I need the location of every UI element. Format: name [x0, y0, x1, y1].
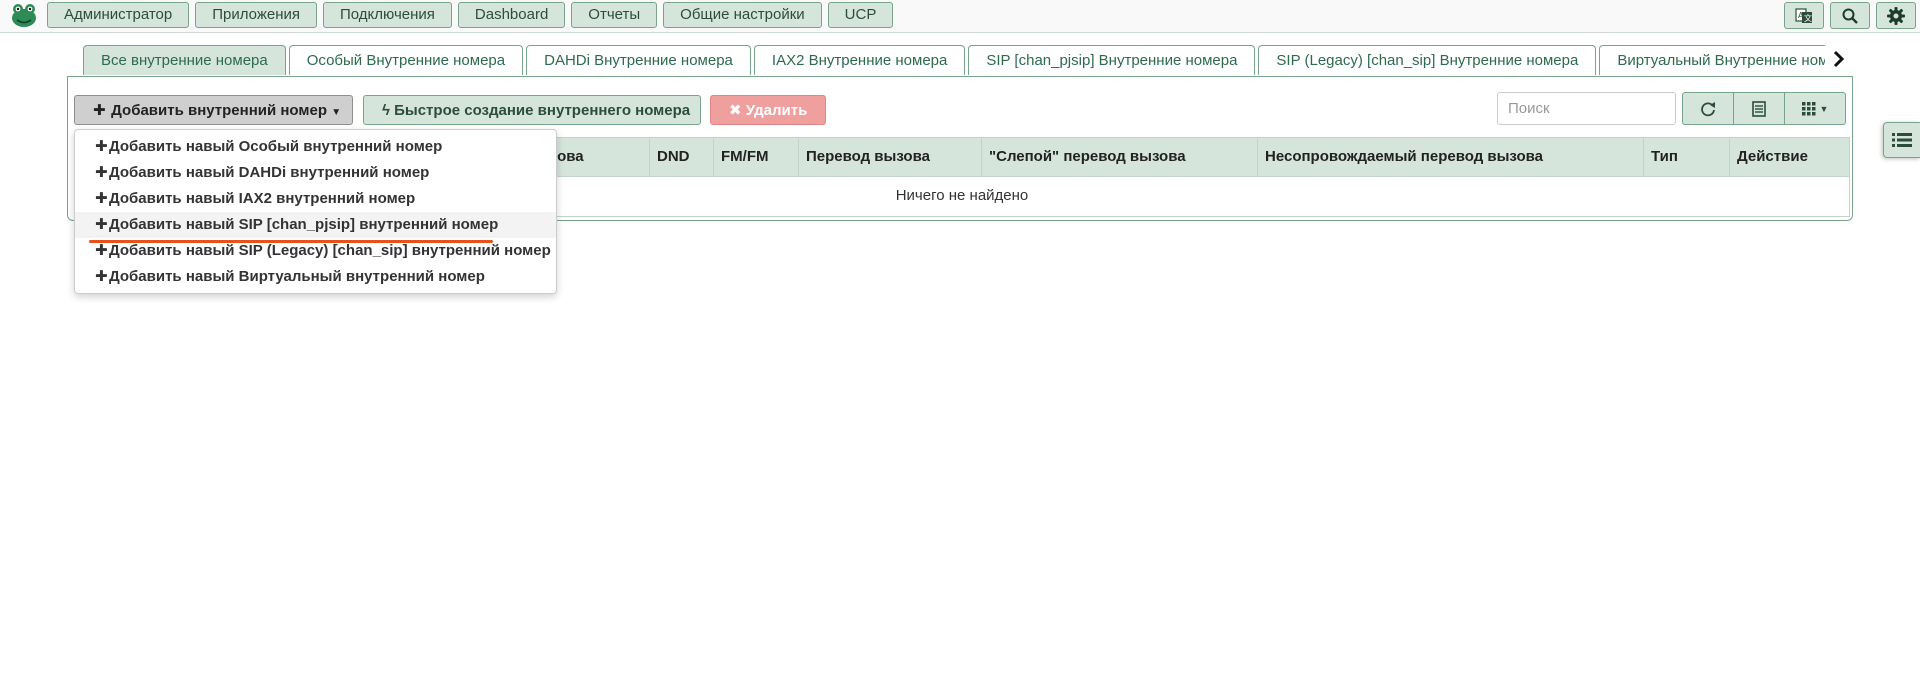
menu-connectivity[interactable]: Подключения [323, 2, 452, 28]
close-icon: ✖ [729, 102, 742, 119]
tab-sip-legacy-extensions[interactable]: SIP (Legacy) [chan_sip] Внутренние номер… [1258, 45, 1597, 75]
plus-icon: ✚ [95, 190, 108, 207]
plus-icon: ✚ [95, 216, 108, 233]
extension-tabs: Все внутренние номера Особый Внутренние … [83, 45, 1825, 76]
tab-virtual-extensions[interactable]: Виртуальный Внутренние номера [1599, 45, 1825, 75]
plus-icon: ✚ [95, 268, 108, 285]
columns-button[interactable] [1734, 92, 1785, 125]
add-extension-dropdown-button[interactable]: ✚ Добавить внутренний номер ▼ [74, 95, 353, 125]
menu-item-add-dahdi[interactable]: ✚Добавить навый DAHDi внутренний номер [75, 160, 556, 186]
menu-ucp[interactable]: UCP [827, 2, 894, 28]
col-header-unattended-transfer[interactable]: Несопровождаемый перевод вызова [1257, 138, 1644, 176]
top-navbar: Администратор Приложения Подключения Das… [0, 0, 1920, 33]
svg-text:文: 文 [1804, 13, 1812, 23]
col-header-action[interactable]: Действие [1729, 138, 1849, 176]
tab-all-extensions[interactable]: Все внутренние номера [83, 45, 286, 75]
chevron-right-icon[interactable] [1832, 50, 1846, 68]
plus-icon: ✚ [93, 102, 106, 119]
list-icon [1892, 133, 1912, 147]
quick-create-label: Быстрое создание внутреннего номера [394, 102, 691, 119]
add-extension-dropdown-menu: ✚Добавить навый Особый внутренний номер … [74, 129, 557, 294]
menu-admin[interactable]: Администратор [47, 2, 190, 28]
menu-reports[interactable]: Отчеты [571, 2, 658, 28]
menu-item-label: Добавить навый Особый внутренний номер [109, 138, 443, 155]
caret-down-icon: ▼ [1819, 103, 1829, 114]
language-button[interactable]: A 文 [1784, 2, 1824, 29]
tab-iax2-extensions[interactable]: IAX2 Внутренние номера [753, 45, 966, 75]
tab-dahdi-extensions[interactable]: DAHDi Внутренние номера [526, 45, 751, 75]
search-icon [1842, 8, 1858, 24]
add-extension-label: Добавить внутренний номер [111, 102, 328, 119]
menu-item-add-iax2[interactable]: ✚Добавить навый IAX2 внутренний номер [75, 186, 556, 212]
quick-create-button[interactable]: ϟ Быстрое создание внутреннего номера [363, 95, 701, 125]
menu-applications[interactable]: Приложения [195, 2, 317, 28]
bolt-icon: ϟ [382, 102, 390, 119]
menu-item-label: Добавить навый Виртуальный внутренний но… [109, 268, 485, 285]
col-header-blind-transfer[interactable]: "Слепой" перевод вызова [981, 138, 1257, 176]
tab-pjsip-extensions[interactable]: SIP [chan_pjsip] Внутренние номера [968, 45, 1256, 75]
menu-dashboard[interactable]: Dashboard [457, 2, 566, 28]
grid-columns-dropdown[interactable]: ▼ [1785, 92, 1846, 125]
menu-item-add-virtual[interactable]: ✚Добавить навый Виртуальный внутренний н… [75, 264, 556, 290]
plus-icon: ✚ [95, 164, 108, 181]
highlight-underline [89, 240, 493, 243]
side-panel-toggle[interactable] [1883, 122, 1920, 158]
translate-icon: A 文 [1795, 7, 1812, 23]
table-tools: ▼ [1682, 92, 1846, 125]
menu-settings[interactable]: Общие настройки [663, 2, 822, 28]
caret-down-icon: ▼ [331, 107, 342, 118]
menu-item-add-custom[interactable]: ✚Добавить навый Особый внутренний номер [75, 134, 556, 160]
menu-item-add-pjsip[interactable]: ✚Добавить навый SIP [chan_pjsip] внутрен… [75, 212, 556, 238]
col-header-type[interactable]: Тип [1643, 138, 1729, 176]
main-menu: Администратор Приложения Подключения Das… [47, 2, 899, 28]
plus-icon: ✚ [95, 138, 108, 155]
settings-button[interactable] [1876, 2, 1916, 29]
tab-custom-extensions[interactable]: Особый Внутренние номера [288, 45, 524, 75]
grid-icon [1801, 101, 1816, 115]
refresh-button[interactable] [1682, 92, 1734, 125]
menu-item-label: Добавить навый IAX2 внутренний номер [109, 190, 416, 207]
menu-item-label: Добавить навый SIP [chan_pjsip] внутренн… [109, 216, 499, 233]
menu-item-label: Добавить навый SIP (Legacy) [chan_sip] в… [109, 242, 551, 259]
search-input[interactable] [1497, 92, 1676, 125]
global-search-button[interactable] [1830, 2, 1870, 29]
col-header-dnd[interactable]: DND [649, 138, 713, 176]
menu-item-label: Добавить навый DAHDi внутренний номер [109, 164, 430, 181]
frog-logo-icon[interactable] [10, 2, 38, 28]
columns-toggle-icon [1752, 100, 1766, 117]
delete-label: Удалить [745, 102, 808, 119]
refresh-icon [1701, 101, 1715, 116]
col-header-call-transfer[interactable]: Перевод вызова [798, 138, 981, 176]
gear-icon [1887, 6, 1905, 25]
col-header-fmfm[interactable]: FM/FM [713, 138, 799, 176]
delete-button[interactable]: ✖ Удалить [710, 95, 826, 125]
